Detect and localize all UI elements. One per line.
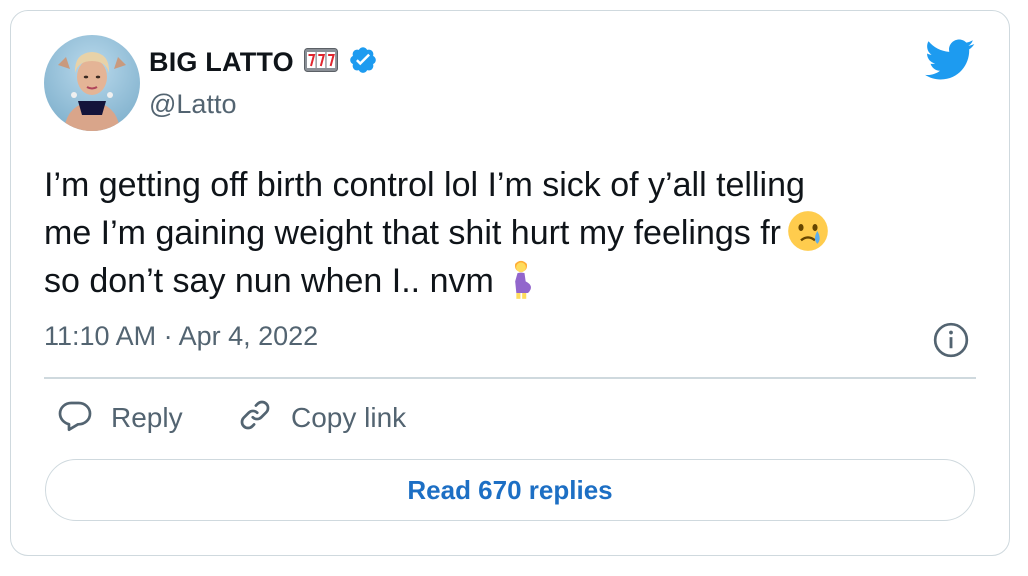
reply-icon (57, 397, 93, 438)
verified-badge-icon (348, 45, 378, 80)
crying-face-icon (781, 211, 829, 252)
copy-link-label: Copy link (291, 401, 407, 433)
read-replies-button[interactable]: Read 670 replies (45, 459, 975, 521)
tweet-line-3-text: so don’t say nun when I.. nvm (44, 262, 494, 300)
slot-machine-icon (303, 48, 338, 77)
link-icon (237, 397, 273, 438)
tweet-line-2-text: me I’m gaining weight that shit hurt my … (44, 214, 781, 252)
read-replies-label: Read 670 replies (407, 474, 613, 505)
pregnant-woman-icon (494, 260, 542, 300)
author-handle[interactable]: @Latto (149, 89, 236, 120)
copy-link-button[interactable]: Copy link (237, 397, 406, 438)
tweet-text: I’m getting off birth control lol I’m si… (44, 161, 984, 305)
info-icon[interactable] (932, 321, 970, 359)
tweet-timestamp[interactable]: 11:10 AM · Apr 4, 2022 (44, 321, 318, 352)
author-name-row: BIG LATTO (149, 45, 378, 80)
display-name[interactable]: BIG LATTO (149, 47, 294, 78)
reply-button[interactable]: Reply (57, 397, 183, 438)
avatar[interactable] (44, 35, 140, 131)
reply-label: Reply (111, 401, 183, 433)
divider (44, 377, 976, 379)
tweet-line-1: I’m getting off birth control lol I’m si… (44, 166, 805, 204)
tweet-card: BIG LATTO @Latto I’m getting off birth c… (10, 10, 1010, 556)
twitter-bird-icon[interactable] (925, 39, 975, 81)
tweet-line-2: me I’m gaining weight that shit hurt my … (44, 209, 984, 257)
tweet-line-3: so don’t say nun when I.. nvm (44, 257, 984, 305)
